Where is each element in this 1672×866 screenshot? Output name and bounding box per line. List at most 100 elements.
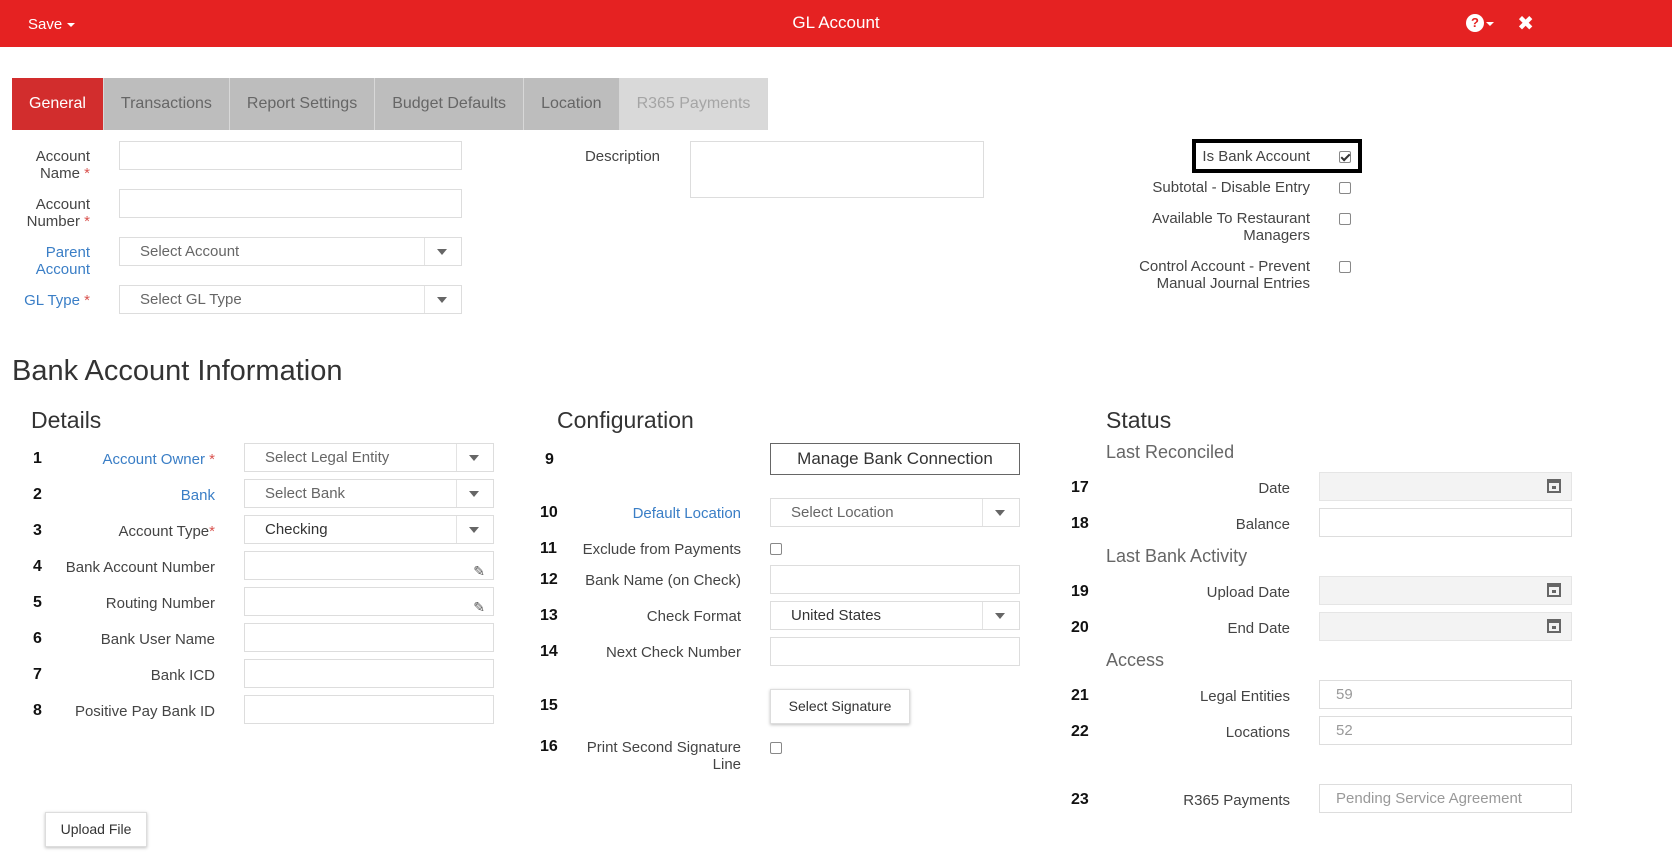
check-format-select[interactable]: United States [770,601,1020,630]
account-number-label: Account Number * [26,196,90,230]
bank-account-number-label: Bank Account Number [65,559,215,576]
exclude-from-payments-checkbox[interactable] [770,543,782,555]
check-format-value: United States [791,607,882,624]
row-number: 2 [33,486,42,503]
account-type-label: Account Type* [118,523,215,540]
select-signature-button[interactable]: Select Signature [770,689,910,724]
positive-pay-bank-id-label: Positive Pay Bank ID [74,703,215,720]
end-date-input[interactable] [1319,612,1572,641]
row-number: 19 [1071,583,1089,600]
next-check-number-input[interactable] [770,637,1020,666]
bank-name-on-check-input[interactable] [770,565,1020,594]
close-icon[interactable]: ✖ [1517,11,1534,36]
tab-location[interactable]: Location [524,78,620,130]
bank-name-on-check-label: Bank Name (on Check) [585,572,741,589]
next-check-number-label: Next Check Number [605,644,741,661]
subtotal-disable-entry-checkbox[interactable] [1339,182,1351,194]
last-reconciled-heading: Last Reconciled [1106,442,1235,462]
row-number: 10 [540,504,558,521]
tab-transactions[interactable]: Transactions [103,78,230,130]
pencil-icon[interactable]: ✎ [473,594,485,621]
row-number: 12 [540,571,558,588]
help-icon[interactable]: ? [1466,14,1484,32]
control-account-label: Control Account - Prevent Manual Journal… [1139,258,1310,292]
chevron-down-icon [469,527,479,533]
bank-icd-input[interactable] [244,659,494,688]
chevron-down-icon [437,249,447,255]
row-number: 23 [1071,791,1089,808]
reconciled-date-label: Date [1258,480,1290,497]
tab-general[interactable]: General [12,78,104,130]
locations-label: Locations [1225,724,1290,741]
account-owner-value: Select Legal Entity [265,449,390,466]
row-number: 18 [1071,515,1089,532]
account-type-select[interactable]: Checking [244,515,494,544]
bank-select[interactable]: Select Bank [244,479,494,508]
default-location-value: Select Location [791,504,894,521]
gl-type-select[interactable]: Select GL Type [119,285,462,314]
available-to-managers-checkbox[interactable] [1339,213,1351,225]
balance-label: Balance [1235,516,1290,533]
chevron-down-icon [469,455,479,461]
chevron-down-icon [469,491,479,497]
default-location-select[interactable]: Select Location [770,498,1020,527]
available-to-managers-label: Available To Restaurant Managers [1152,210,1310,244]
bank-user-name-input[interactable] [244,623,494,652]
description-textarea[interactable] [690,141,984,198]
status-heading: Status [1106,407,1172,433]
row-number: 13 [540,607,558,624]
row-number: 20 [1071,619,1089,636]
routing-number-input[interactable]: ✎ [244,587,494,616]
account-number-input[interactable] [119,189,462,218]
chevron-down-icon [995,510,1005,516]
row-number: 3 [33,522,42,539]
bank-account-info-heading: Bank Account Information [12,355,343,387]
calendar-icon[interactable] [1547,583,1561,597]
account-name-label: Account Name * [35,148,90,182]
account-owner-label[interactable]: Account Owner * [60,451,215,468]
r365-payments-label: R365 Payments [1183,792,1290,809]
manage-bank-connection-button[interactable]: Manage Bank Connection [770,443,1020,475]
default-location-label[interactable]: Default Location [580,505,741,522]
account-owner-select[interactable]: Select Legal Entity [244,443,494,472]
print-second-signature-label: Print Second Signature Line [586,739,741,773]
is-bank-account-checkbox[interactable] [1339,151,1351,163]
tab-report-settings[interactable]: Report Settings [229,78,376,130]
row-number: 16 [540,738,558,755]
upload-file-button[interactable]: Upload File [45,812,147,847]
upload-date-input[interactable] [1319,576,1572,605]
reconciled-date-input[interactable] [1319,472,1572,501]
calendar-icon[interactable] [1547,619,1561,633]
account-type-value: Checking [265,521,328,538]
print-second-signature-checkbox[interactable] [770,742,782,754]
row-number: 22 [1071,723,1089,740]
access-heading: Access [1106,650,1165,670]
row-number: 11 [540,540,557,557]
balance-input[interactable] [1319,508,1572,537]
row-number: 21 [1071,687,1089,704]
bank-value: Select Bank [265,485,346,502]
bank-label[interactable]: Bank [60,487,215,504]
locations-value: 52 [1319,716,1572,745]
top-bar: Save GL Account ? ✖ [0,0,1672,47]
parent-account-label[interactable]: Parent Account [12,244,90,278]
control-account-checkbox[interactable] [1339,261,1351,273]
pencil-icon[interactable]: ✎ [473,558,485,585]
parent-account-select[interactable]: Select Account [119,237,462,266]
subtotal-disable-entry-label: Subtotal - Disable Entry [1152,179,1310,196]
chevron-down-icon [437,297,447,303]
routing-number-label: Routing Number [105,595,215,612]
check-format-label: Check Format [646,608,741,625]
upload-date-label: Upload Date [1206,584,1290,601]
gl-type-label: GL Type * [24,292,90,309]
last-bank-activity-heading: Last Bank Activity [1106,546,1248,566]
account-name-input[interactable] [119,141,462,170]
tab-bar: General Transactions Report Settings Bud… [12,78,769,130]
calendar-icon[interactable] [1547,479,1561,493]
positive-pay-bank-id-input[interactable] [244,695,494,724]
bank-account-number-input[interactable]: ✎ [244,551,494,580]
bank-icd-label: Bank ICD [150,667,215,684]
r365-payments-value: Pending Service Agreement [1319,784,1572,813]
tab-budget-defaults[interactable]: Budget Defaults [375,78,525,130]
legal-entities-label: Legal Entities [1199,688,1290,705]
